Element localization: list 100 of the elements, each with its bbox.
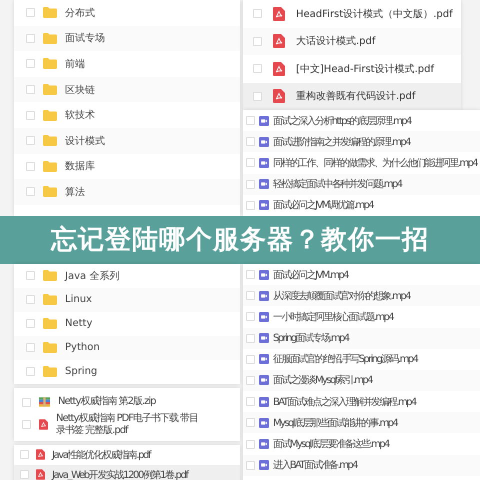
checkbox[interactable] — [246, 180, 255, 189]
pdf-icon — [273, 62, 285, 76]
checkbox[interactable] — [22, 398, 31, 407]
archive-icon — [39, 397, 50, 408]
checkbox[interactable] — [20, 450, 29, 460]
pdf-icon — [36, 449, 45, 460]
pdf-icon — [36, 469, 45, 480]
folder-name[interactable]: 算法 — [65, 184, 85, 199]
checkbox[interactable] — [26, 59, 35, 68]
folder-name[interactable]: Python — [65, 342, 100, 354]
checkbox[interactable] — [246, 460, 255, 470]
folder-icon — [43, 84, 57, 96]
folder-icon — [43, 294, 57, 306]
file-name[interactable]: 同样的工作、同样的做需求、为什么他们能进阿里.mp4 — [273, 156, 478, 170]
folder-name[interactable]: 分布式 — [65, 6, 95, 20]
file-name[interactable]: 面试必问之JVM.mp4 — [273, 268, 348, 282]
checkbox[interactable] — [26, 34, 35, 43]
file-name[interactable]: Netty权威指南 第2版.zip — [58, 396, 208, 408]
folder-name[interactable]: 软技术 — [65, 108, 95, 122]
file-row[interactable]: Java性能优化权威指南.pdf — [14, 444, 240, 465]
folder-name[interactable]: 设计模式 — [65, 134, 105, 148]
checkbox[interactable] — [26, 343, 35, 352]
checkbox[interactable] — [246, 312, 255, 322]
file-row[interactable]: HeadFirst设计模式（中文版）.pdf — [243, 0, 461, 28]
folder-name[interactable]: 区块链 — [65, 82, 95, 97]
checkbox[interactable] — [26, 85, 35, 94]
folder-name[interactable]: Linux — [65, 294, 92, 306]
folder-icon — [43, 32, 57, 44]
checkbox[interactable] — [246, 200, 255, 210]
file-name[interactable]: [中文]Head-First设计模式.pdf — [296, 62, 434, 76]
checkbox[interactable] — [26, 136, 35, 146]
folder-icon — [43, 58, 57, 70]
checkbox[interactable] — [246, 376, 255, 385]
pdf-icon — [273, 89, 285, 104]
checkbox[interactable] — [22, 420, 31, 430]
checkbox[interactable] — [26, 110, 35, 120]
checkbox[interactable] — [26, 187, 35, 196]
folder-icon — [43, 7, 57, 18]
folder-icon — [43, 135, 57, 146]
checkbox[interactable] — [26, 8, 35, 18]
file-name[interactable]: BAT面试难点之深入理解并发编程.mp4 — [273, 394, 416, 409]
file-name[interactable]: 面试必问之JVM调优篇.mp4 — [273, 198, 374, 212]
file-name[interactable]: Java_Web开发实战1200例第1卷.pdf — [52, 468, 188, 480]
checkbox[interactable] — [246, 291, 255, 300]
file-row[interactable]: 大话设计模式.pdf — [243, 28, 461, 55]
folder-name[interactable]: 前端 — [65, 56, 85, 71]
file-name[interactable]: 面试Mysql底层要准备这些.mp4 — [273, 437, 389, 452]
folder-name[interactable]: 面试专场 — [65, 31, 105, 46]
checkbox[interactable] — [246, 354, 255, 364]
pdf-icon — [273, 6, 285, 21]
checkbox[interactable] — [246, 418, 255, 428]
checkbox[interactable] — [20, 470, 29, 480]
checkbox[interactable] — [246, 137, 255, 146]
folder-name[interactable]: Spring — [65, 366, 98, 378]
checkbox[interactable] — [246, 158, 255, 168]
checkbox[interactable] — [246, 440, 255, 449]
checkbox[interactable] — [253, 92, 262, 101]
file-name[interactable]: 重构改善既有代码设计.pdf — [296, 89, 416, 104]
file-name[interactable]: 面试之深入分析https的底层原理.mp4 — [273, 114, 411, 128]
checkbox[interactable] — [26, 271, 35, 280]
checkbox[interactable] — [26, 367, 35, 376]
video-icon — [259, 200, 269, 210]
folder-icon — [43, 342, 57, 354]
folder-name[interactable]: 数据库 — [65, 159, 95, 174]
file-name[interactable]: 征服面试官的绝招,手写Spring源码.mp4 — [273, 352, 418, 366]
checkbox[interactable] — [246, 116, 255, 126]
video-icon — [259, 396, 269, 407]
file-row[interactable]: [中文]Head-First设计模式.pdf — [243, 55, 461, 82]
folder-icon — [43, 110, 57, 121]
checkbox[interactable] — [246, 397, 255, 406]
checkbox[interactable] — [26, 319, 35, 328]
checkbox[interactable] — [253, 36, 262, 46]
folder-name[interactable]: Netty — [65, 318, 92, 330]
checkbox[interactable] — [253, 64, 262, 74]
file-name[interactable]: 大话设计模式.pdf — [296, 34, 376, 48]
folder-name[interactable]: Java 全系列 — [65, 268, 120, 283]
file-name[interactable]: Java性能优化权威指南.pdf — [52, 448, 150, 462]
file-name[interactable]: Netty权威指南 PDF电子书下载 带目录书签 完整版.pdf — [56, 412, 206, 437]
pdf-icon — [39, 419, 48, 430]
video-icon — [259, 116, 269, 126]
video-icon — [259, 312, 269, 322]
checkbox[interactable] — [253, 9, 262, 18]
banner-title: 忘记登陆哪个服务器？教你一招 — [51, 224, 429, 258]
video-icon — [259, 375, 269, 386]
file-name[interactable]: 一小时搞定阿里核心面试题.mp4 — [273, 310, 394, 324]
video-icon — [259, 354, 269, 364]
checkbox[interactable] — [26, 295, 35, 304]
video-icon — [259, 136, 269, 147]
folder-icon — [43, 186, 57, 198]
pdf-icon — [273, 34, 285, 48]
checkbox[interactable] — [246, 270, 255, 280]
file-name[interactable]: HeadFirst设计模式（中文版）.pdf — [296, 6, 453, 21]
file-row[interactable]: Java_Web开发实战1200例第1卷.pdf — [14, 464, 240, 480]
checkbox[interactable] — [26, 162, 35, 171]
folder-icon — [43, 160, 57, 172]
checkbox[interactable] — [246, 334, 255, 343]
folder-icon — [43, 270, 57, 282]
video-icon — [259, 290, 269, 301]
file-row[interactable]: 重构改善既有代码设计.pdf — [243, 82, 461, 110]
folder-icon — [43, 366, 57, 378]
